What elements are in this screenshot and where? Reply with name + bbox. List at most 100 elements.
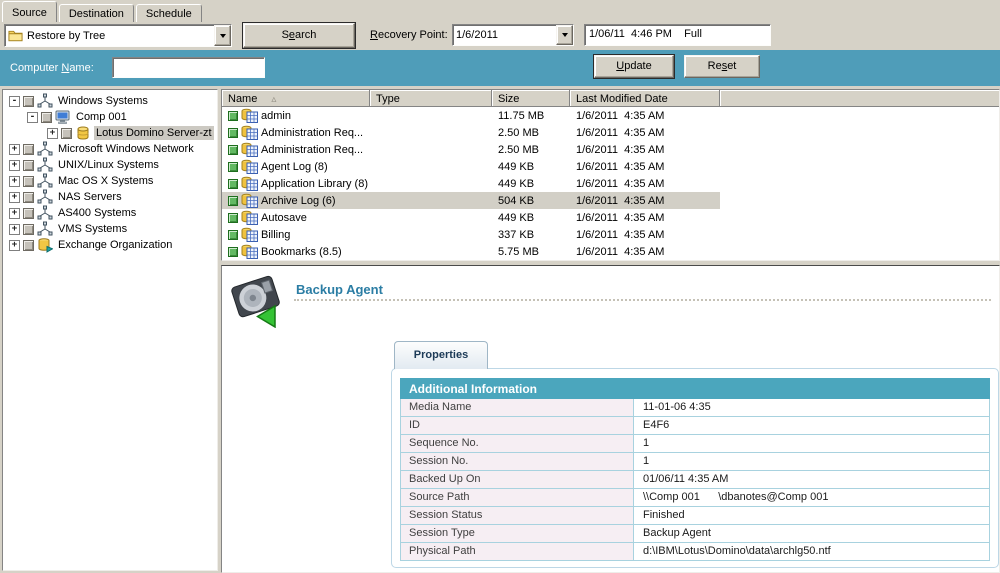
file-row-autosave[interactable]: Autosave 449 KB 1/6/2011 4:35 AM bbox=[222, 209, 720, 226]
tree-item-label: AS400 Systems bbox=[56, 206, 138, 220]
column-header-modified[interactable]: Last Modified Date bbox=[570, 90, 720, 107]
file-row-application-library[interactable]: Application Library (8) 449 KB 1/6/2011 … bbox=[222, 175, 720, 192]
file-row-administration-req-2[interactable]: Administration Req... 2.50 MB 1/6/2011 4… bbox=[222, 141, 720, 158]
restore-mode-combobox[interactable]: Restore by Tree bbox=[4, 24, 232, 47]
file-size: 2.50 MB bbox=[492, 124, 570, 141]
tree-item-mac-os-x-systems[interactable]: + Mac OS X Systems bbox=[3, 173, 217, 189]
column-header-size[interactable]: Size bbox=[492, 90, 570, 107]
property-label: Media Name bbox=[401, 399, 634, 416]
expand-icon[interactable]: + bbox=[9, 176, 20, 187]
tab-source[interactable]: Source bbox=[2, 1, 57, 22]
search-button[interactable]: Search bbox=[243, 23, 355, 48]
file-row-billing[interactable]: Billing 337 KB 1/6/2011 4:35 AM bbox=[222, 226, 720, 243]
table-row: Source Path \\Comp 001 \dbanotes@Comp 00… bbox=[400, 489, 990, 507]
property-label: Source Path bbox=[401, 489, 634, 506]
chevron-down-icon bbox=[562, 33, 568, 37]
tree-checkbox[interactable] bbox=[23, 224, 34, 235]
property-label: Backed Up On bbox=[401, 471, 634, 488]
tab-schedule[interactable]: Schedule bbox=[136, 4, 202, 22]
file-row-agent-log[interactable]: Agent Log (8) 449 KB 1/6/2011 4:35 AM bbox=[222, 158, 720, 175]
file-checkbox[interactable] bbox=[228, 230, 238, 240]
file-checkbox[interactable] bbox=[228, 111, 238, 121]
notes-database-icon bbox=[241, 227, 258, 242]
collapse-icon[interactable]: - bbox=[27, 112, 38, 123]
file-row-admin[interactable]: admin 11.75 MB 1/6/2011 4:35 AM bbox=[222, 107, 720, 124]
property-label: Physical Path bbox=[401, 543, 634, 560]
file-checkbox[interactable] bbox=[228, 196, 238, 206]
file-name: Archive Log (6) bbox=[261, 195, 336, 207]
restore-mode-dropdown-button[interactable] bbox=[214, 25, 231, 46]
file-checkbox[interactable] bbox=[228, 145, 238, 155]
network-icon bbox=[37, 173, 53, 189]
tree-checkbox[interactable] bbox=[23, 240, 34, 251]
file-modified: 1/6/2011 4:35 AM bbox=[570, 192, 720, 209]
file-modified: 1/6/2011 4:35 AM bbox=[570, 226, 720, 243]
tree-item-comp-001[interactable]: - Comp 001 bbox=[3, 109, 217, 125]
tree-checkbox[interactable] bbox=[61, 128, 72, 139]
tree-item-label: VMS Systems bbox=[56, 222, 129, 236]
expand-icon[interactable]: + bbox=[9, 160, 20, 171]
recovery-point-combobox[interactable]: 1/6/2011 bbox=[452, 24, 574, 46]
expand-icon[interactable]: + bbox=[9, 224, 20, 235]
property-label: Session Type bbox=[401, 525, 634, 542]
property-label: Session No. bbox=[401, 453, 634, 470]
file-checkbox[interactable] bbox=[228, 128, 238, 138]
property-label: Sequence No. bbox=[401, 435, 634, 452]
collapse-icon[interactable]: - bbox=[9, 96, 20, 107]
tree-checkbox[interactable] bbox=[23, 144, 34, 155]
file-size: 449 KB bbox=[492, 175, 570, 192]
expand-icon[interactable]: + bbox=[9, 240, 20, 251]
table-row: Session No. 1 bbox=[400, 453, 990, 471]
expand-icon[interactable]: + bbox=[9, 192, 20, 203]
file-row-archive-log[interactable]: Archive Log (6) 504 KB 1/6/2011 4:35 AM bbox=[222, 192, 720, 209]
file-list-header: Name ▵ Type Size Last Modified Date bbox=[222, 90, 999, 107]
recovery-point-dropdown-button[interactable] bbox=[556, 25, 573, 45]
notes-database-icon bbox=[241, 125, 258, 140]
file-row-bookmarks[interactable]: Bookmarks (8.5) 5.75 MB 1/6/2011 4:35 AM bbox=[222, 243, 720, 260]
tree-checkbox[interactable] bbox=[23, 208, 34, 219]
tree-checkbox[interactable] bbox=[23, 192, 34, 203]
tree-item-exchange-organization[interactable]: + Exchange Organization bbox=[3, 237, 217, 253]
expand-icon[interactable]: + bbox=[47, 128, 58, 139]
column-header-name[interactable]: Name ▵ bbox=[222, 90, 370, 107]
tree-checkbox[interactable] bbox=[23, 176, 34, 187]
tree-item-label: Comp 001 bbox=[74, 110, 129, 124]
file-checkbox[interactable] bbox=[228, 247, 238, 257]
file-type bbox=[370, 158, 492, 175]
file-type bbox=[370, 124, 492, 141]
reset-button[interactable]: Reset bbox=[684, 55, 760, 78]
property-value: 1 bbox=[634, 435, 989, 452]
database-icon bbox=[75, 125, 91, 141]
tree-item-vms-systems[interactable]: + VMS Systems bbox=[3, 221, 217, 237]
expand-icon[interactable]: + bbox=[9, 144, 20, 155]
computer-name-input[interactable] bbox=[112, 57, 265, 78]
tree-item-as400-systems[interactable]: + AS400 Systems bbox=[3, 205, 217, 221]
expand-icon[interactable]: + bbox=[9, 208, 20, 219]
notes-database-icon bbox=[241, 159, 258, 174]
tab-properties[interactable]: Properties bbox=[394, 341, 488, 369]
recovery-detail-field[interactable]: 1/06/11 4:46 PM Full bbox=[584, 24, 771, 46]
notes-database-icon bbox=[241, 108, 258, 123]
file-checkbox[interactable] bbox=[228, 179, 238, 189]
update-button[interactable]: Update bbox=[594, 55, 674, 78]
tree-checkbox[interactable] bbox=[23, 96, 34, 107]
file-checkbox[interactable] bbox=[228, 162, 238, 172]
tree-item-nas-servers[interactable]: + NAS Servers bbox=[3, 189, 217, 205]
file-type bbox=[370, 209, 492, 226]
tree-item-lotus-domino-server[interactable]: + Lotus Domino Server-zt bbox=[3, 125, 217, 141]
property-label: ID bbox=[401, 417, 634, 434]
tree-item-microsoft-windows-network[interactable]: + Microsoft Windows Network bbox=[3, 141, 217, 157]
column-header-type[interactable]: Type bbox=[370, 90, 492, 107]
properties-container: Additional Information Media Name 11-01-… bbox=[391, 368, 999, 568]
property-value: Finished bbox=[634, 507, 989, 524]
tree-item-unix-linux-systems[interactable]: + UNIX/Linux Systems bbox=[3, 157, 217, 173]
file-checkbox[interactable] bbox=[228, 213, 238, 223]
file-row-administration-req-1[interactable]: Administration Req... 2.50 MB 1/6/2011 4… bbox=[222, 124, 720, 141]
tab-destination[interactable]: Destination bbox=[59, 4, 134, 22]
tree-checkbox[interactable] bbox=[41, 112, 52, 123]
tree-item-windows-systems[interactable]: - Windows Systems bbox=[3, 93, 217, 109]
tree-checkbox[interactable] bbox=[23, 160, 34, 171]
notes-database-icon bbox=[241, 244, 258, 259]
network-icon bbox=[37, 221, 53, 237]
tree-item-label: Mac OS X Systems bbox=[56, 174, 155, 188]
